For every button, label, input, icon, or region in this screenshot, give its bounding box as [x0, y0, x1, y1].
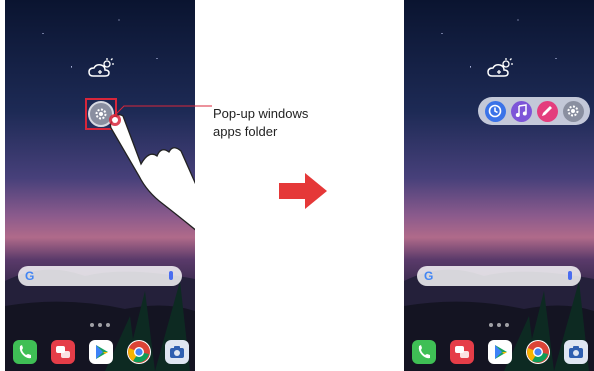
- callout-label: Pop-up windows apps folder: [213, 105, 353, 141]
- pen-icon[interactable]: [536, 100, 558, 122]
- gear-icon[interactable]: [562, 100, 584, 122]
- callout-line: [112, 105, 212, 119]
- callout-line-2: apps folder: [213, 124, 278, 139]
- camera-icon[interactable]: [564, 340, 588, 364]
- weather-icon[interactable]: [486, 58, 514, 80]
- popup-apps-folder: [478, 97, 590, 125]
- clock-icon[interactable]: [484, 100, 506, 122]
- chrome-icon[interactable]: [127, 340, 151, 364]
- play-store-icon[interactable]: [488, 340, 512, 364]
- mic-icon[interactable]: [568, 271, 572, 280]
- phone-icon[interactable]: [412, 340, 436, 364]
- weather-icon[interactable]: [87, 58, 115, 80]
- app-dock: [13, 340, 189, 366]
- app-dock: [412, 340, 588, 366]
- mic-icon[interactable]: [169, 271, 173, 280]
- phone-icon[interactable]: [13, 340, 37, 364]
- page-indicator: [90, 323, 114, 327]
- sky-stars: [404, 0, 594, 167]
- messages-icon[interactable]: [450, 340, 474, 364]
- play-store-icon[interactable]: [89, 340, 113, 364]
- pointing-hand-icon: [109, 114, 195, 231]
- search-bar[interactable]: G: [18, 266, 182, 286]
- callout-line-1: Pop-up windows: [213, 106, 309, 121]
- google-logo: G: [424, 269, 434, 283]
- messages-icon[interactable]: [51, 340, 75, 364]
- music-icon[interactable]: [510, 100, 532, 122]
- search-bar[interactable]: G: [417, 266, 581, 286]
- right-arrow-icon: [279, 173, 327, 209]
- right-phone-screen: G: [404, 0, 594, 371]
- google-logo: G: [25, 269, 35, 283]
- left-phone-screen: G: [5, 0, 195, 371]
- page-indicator: [489, 323, 513, 327]
- chrome-icon[interactable]: [526, 340, 550, 364]
- camera-icon[interactable]: [165, 340, 189, 364]
